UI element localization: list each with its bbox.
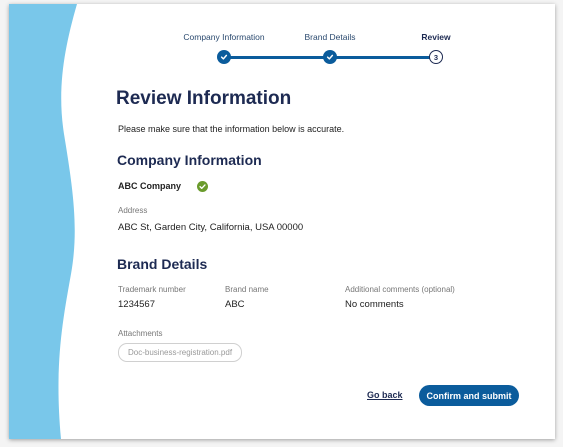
check-circle-icon [197,181,208,192]
attachment-file-chip[interactable]: Doc-business-registration.pdf [118,343,243,362]
company-information-heading: Company Information [117,152,262,168]
step-1-complete [217,50,231,64]
trademark-number-label: Trademark number [118,285,186,294]
intro-text: Please make sure that the information be… [118,124,345,134]
address-label: Address [118,206,148,215]
step-label-brand-details: Brand Details [304,32,356,42]
confirm-and-submit-button[interactable]: Confirm and submit [419,385,519,406]
step-label-company-information: Company Information [183,32,265,42]
step-2-complete [323,50,337,64]
go-back-link[interactable]: Go back [367,390,403,400]
attachments-label: Attachments [118,329,163,338]
additional-comments-value: No comments [345,299,404,310]
trademark-number-value: 1234567 [118,299,155,310]
step-3-current: 3 [429,50,443,64]
brand-details-heading: Brand Details [117,256,208,272]
company-name: ABC Company [118,181,182,191]
additional-comments-label: Additional comments (optional) [345,285,455,294]
checkmark-icon [326,54,334,60]
brand-name-value: ABC [225,299,245,310]
review-panel: Company Information Brand Details Review… [9,4,555,439]
step-label-review: Review [421,32,451,42]
address-value: ABC St, Garden City, California, USA 000… [118,222,304,233]
brand-name-label: Brand name [225,285,269,294]
page-title: Review Information [116,88,292,109]
checkmark-icon [220,54,228,60]
